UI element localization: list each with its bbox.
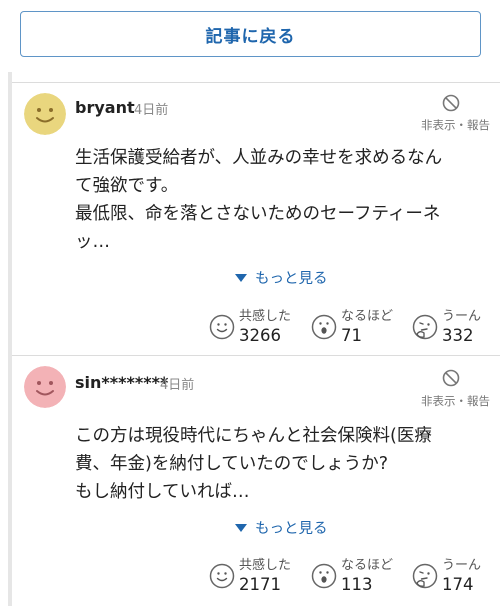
comment-line: この方は現役時代にちゃんと社会保険料(医療 <box>75 426 432 446</box>
show-more-button[interactable]: もっと見る <box>235 517 328 538</box>
reaction-label: 共感した <box>239 558 292 573</box>
triangle-down-icon <box>235 273 247 282</box>
show-more-label: もっと見る <box>255 521 328 537</box>
comment-line: て強欲です。 <box>75 176 179 196</box>
reaction-label: うーん <box>442 309 482 324</box>
top-bar: 記事に戻る <box>0 0 500 82</box>
surprised-face-icon <box>311 314 337 340</box>
reaction-count: 113 <box>341 575 373 594</box>
reaction-label: なるほど <box>341 558 394 573</box>
reaction-count: 174 <box>442 575 474 594</box>
comment-line: 生活保護受給者が、人並みの幸せを求めるなん <box>75 148 443 168</box>
show-more-button[interactable]: もっと見る <box>235 267 328 288</box>
thinking-face-icon <box>412 563 438 589</box>
hide-report-link[interactable]: 非表示・報告 <box>421 393 490 409</box>
reaction-count: 2171 <box>239 575 281 594</box>
comment-line: ッ… <box>75 232 110 252</box>
smile-icon <box>209 314 235 340</box>
reaction-empathy-button[interactable]: 共感した 3266 <box>209 309 291 347</box>
username[interactable]: sin******** <box>75 373 168 392</box>
comment-line: 最低限、命を落とさないためのセーフティーネ <box>75 204 441 224</box>
back-to-article-button[interactable]: 記事に戻る <box>20 11 481 57</box>
smile-icon <box>209 563 235 589</box>
reaction-empathy-button[interactable]: 共感した 2171 <box>209 558 291 596</box>
timestamp: 4日前 <box>160 378 195 393</box>
reaction-label: 共感した <box>239 309 292 324</box>
reaction-count: 3266 <box>239 326 281 345</box>
block-icon[interactable] <box>442 94 460 112</box>
reaction-agree-button[interactable]: なるほど 113 <box>311 558 393 596</box>
timestamp: 4日前 <box>134 103 169 118</box>
block-icon[interactable] <box>442 369 460 387</box>
thinking-face-icon <box>412 314 438 340</box>
reaction-label: なるほど <box>341 309 394 324</box>
reaction-agree-button[interactable]: なるほど 71 <box>311 309 393 347</box>
surprised-face-icon <box>311 563 337 589</box>
username[interactable]: bryant <box>75 98 135 117</box>
comment-line: 費、年金)を納付していたのでしょうか? <box>75 454 389 474</box>
show-more-label: もっと見る <box>255 271 328 287</box>
avatar[interactable] <box>24 93 66 135</box>
reaction-hmm-button[interactable]: うーん 174 <box>412 558 481 596</box>
reaction-count: 332 <box>442 326 474 345</box>
triangle-down-icon <box>235 523 247 532</box>
comment-item: sin******** 4日前 非表示・報告 この方は現役時代にちゃんと社会保険… <box>12 356 500 606</box>
comment-line: もし納付していれば… <box>75 482 250 502</box>
reaction-hmm-button[interactable]: うーん 332 <box>412 309 481 347</box>
comment-item: bryant 4日前 非表示・報告 生活保護受給者が、人並みの幸せを求めるなん … <box>12 83 500 355</box>
comment-body: この方は現役時代にちゃんと社会保険料(医療 費、年金)を納付していたのでしょうか… <box>75 422 487 506</box>
avatar[interactable] <box>24 366 66 408</box>
hide-report-link[interactable]: 非表示・報告 <box>421 117 490 133</box>
reaction-count: 71 <box>341 326 362 345</box>
reaction-label: うーん <box>442 558 482 573</box>
comment-body: 生活保護受給者が、人並みの幸せを求めるなん て強欲です。 最低限、命を落とさない… <box>75 144 487 256</box>
